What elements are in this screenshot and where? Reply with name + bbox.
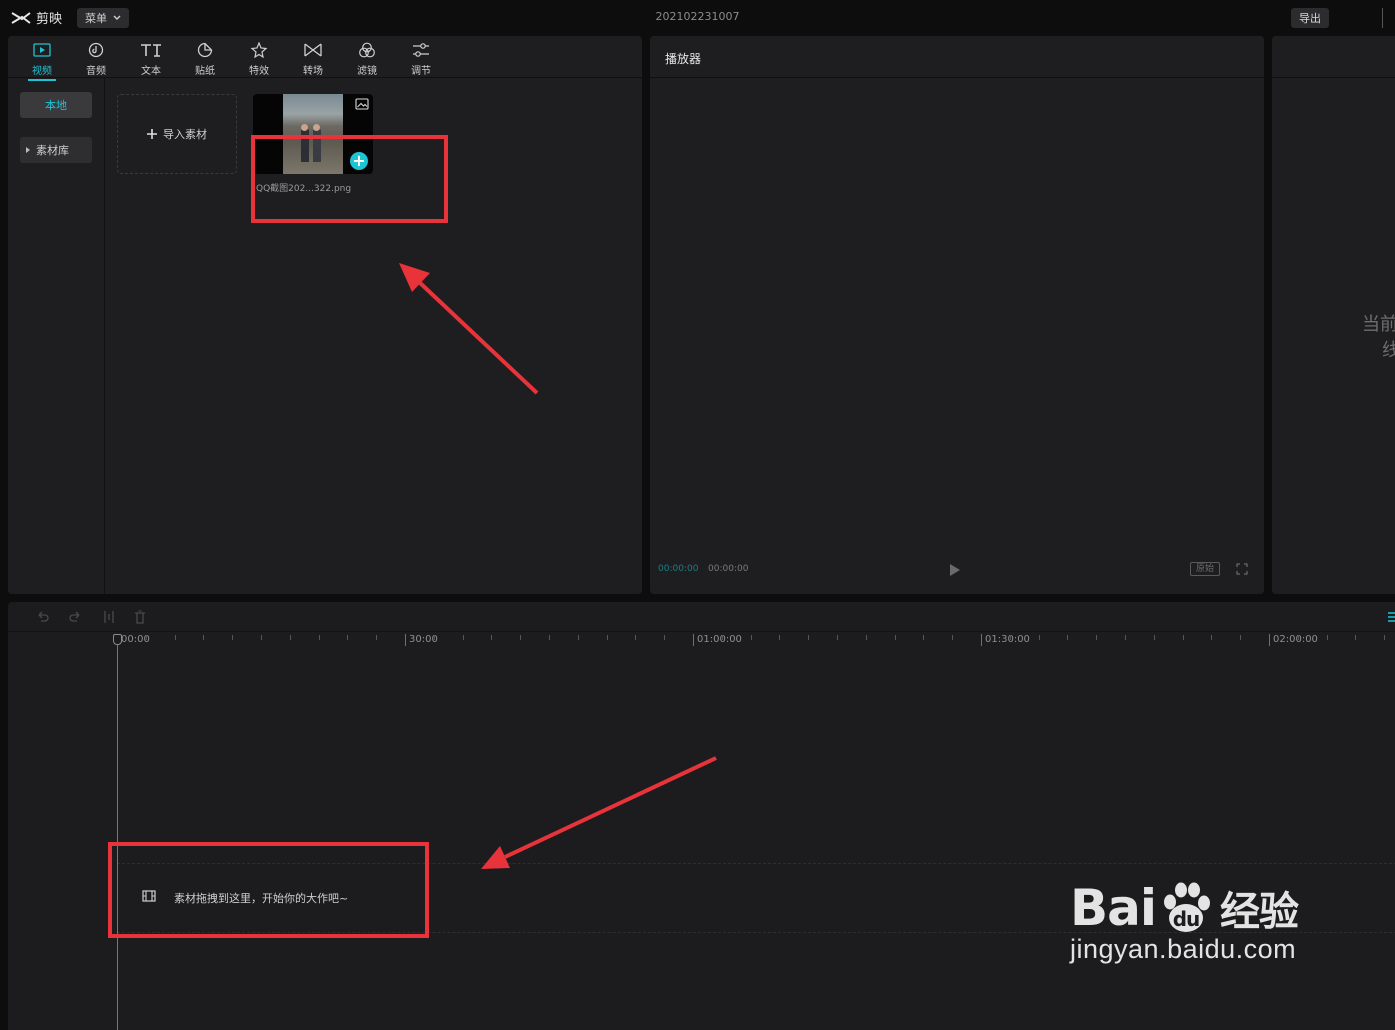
watermark-brand2: du <box>1173 907 1200 931</box>
arrow-to-timeline <box>481 756 717 869</box>
annotation-arrows <box>399 263 717 869</box>
watermark-brand-cn: 经验 <box>1220 889 1299 935</box>
watermark-url: jingyan.baidu.com <box>1070 934 1297 964</box>
baidu-logo: Bai du 经验 <box>1070 878 1299 938</box>
arrow-to-media <box>399 263 539 395</box>
paw-icon: du <box>1164 882 1210 932</box>
watermark-brand: Bai <box>1070 879 1157 937</box>
baidu-watermark: Bai du 经验 jingyan.baidu.com <box>1070 878 1299 965</box>
